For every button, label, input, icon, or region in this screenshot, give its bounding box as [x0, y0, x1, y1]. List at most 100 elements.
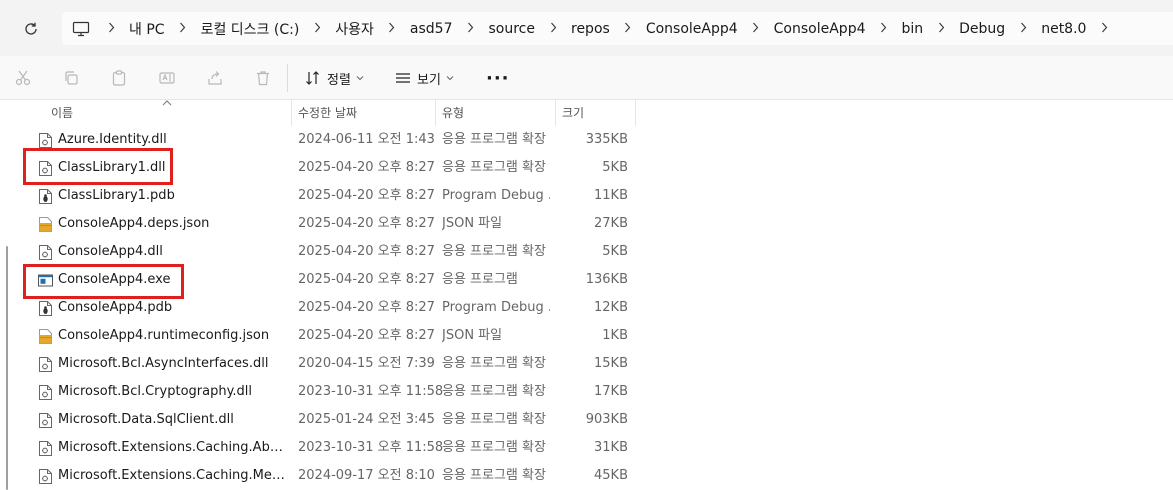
column-header-date[interactable]: 수정한 날짜 [292, 100, 435, 126]
breadcrumb-chevron-icon[interactable] [1089, 22, 1119, 36]
file-size: 5KB [602, 160, 628, 175]
sort-icon [306, 71, 319, 85]
file-date: 2025-04-20 오후 8:27 [298, 300, 435, 315]
column-header-size[interactable]: 크기 [556, 100, 634, 126]
file-date: 2025-04-20 오후 8:27 [298, 188, 435, 203]
toolbar-divider [287, 64, 288, 92]
breadcrumb-item[interactable]: asd57 [407, 21, 456, 37]
file-type: Program Debug ... [442, 300, 550, 315]
file-size: 17KB [594, 384, 628, 399]
column-divider[interactable] [635, 100, 636, 126]
file-date: 2025-04-20 오후 8:27 [298, 216, 435, 231]
dll-file-icon [38, 132, 53, 149]
file-date: 2023-10-31 오후 11:58 [298, 440, 444, 455]
file-name: ConsoleApp4.runtimeconfig.json [58, 328, 270, 343]
breadcrumb-item[interactable]: 로컬 디스크 (C:) [198, 19, 303, 39]
delete-button[interactable] [251, 66, 275, 90]
file-type: JSON 파일 [442, 328, 503, 343]
chevron-down-icon [356, 76, 364, 81]
address-bar-row: 내 PC 로컬 디스크 (C:) 사용자 asd57 source repos Consol… [0, 0, 1173, 56]
file-size: 1KB [602, 328, 628, 343]
share-button[interactable] [203, 66, 227, 90]
breadcrumb-chevron-icon[interactable] [168, 22, 198, 36]
breadcrumb[interactable]: 내 PC 로컬 디스크 (C:) 사용자 asd57 source repos Consol… [62, 12, 1173, 45]
file-row[interactable]: ConsoleApp4.deps.json 2025-04-20 오후 8:27 J… [0, 210, 1173, 238]
file-row[interactable]: Microsoft.Data.SqlClient.dll 2025-01-24 오… [0, 406, 1173, 434]
file-date: 2025-04-20 오후 8:27 [298, 328, 435, 343]
pdb-file-icon [38, 300, 53, 317]
breadcrumb-item[interactable]: bin [899, 21, 927, 37]
breadcrumb-chevron-icon[interactable] [1008, 22, 1038, 36]
file-size: 903KB [585, 412, 628, 427]
breadcrumb-chevron-icon[interactable] [869, 22, 899, 36]
refresh-button[interactable] [20, 18, 42, 40]
file-date: 2025-04-20 오후 8:27 [298, 272, 435, 287]
sort-menu-button[interactable]: 정렬 [305, 68, 364, 88]
file-row[interactable]: ClassLibrary1.dll 2025-04-20 오후 8:27 응용 프로… [0, 154, 1173, 182]
breadcrumb-chevron-icon[interactable] [613, 22, 643, 36]
copy-button[interactable] [59, 66, 83, 90]
chevron-down-icon [446, 76, 454, 81]
highlight-box-classlibrary1-dll [23, 148, 173, 185]
file-row[interactable]: Microsoft.Bcl.Cryptography.dll 2023-10-31… [0, 378, 1173, 406]
file-name: ConsoleApp4.deps.json [58, 216, 210, 231]
dll-file-icon [38, 412, 53, 429]
breadcrumb-item[interactable]: 사용자 [332, 19, 377, 39]
paste-button[interactable] [107, 66, 131, 90]
breadcrumb-chevron-icon[interactable] [456, 22, 486, 36]
view-label: 보기 [417, 72, 441, 88]
rename-button[interactable] [155, 66, 179, 90]
file-type: Program Debug ... [442, 188, 550, 203]
breadcrumb-item[interactable]: Debug [956, 21, 1008, 37]
paste-icon [112, 70, 126, 86]
file-type: 응용 프로그램 확장 [442, 244, 546, 259]
share-icon [208, 71, 222, 85]
file-row[interactable]: ClassLibrary1.pdb 2025-04-20 오후 8:27 Progr… [0, 182, 1173, 210]
file-row[interactable]: ConsoleApp4.dll 2025-04-20 오후 8:27 응용 프로그램… [0, 238, 1173, 266]
breadcrumb-chevron-icon[interactable] [538, 22, 568, 36]
file-size: 31KB [594, 440, 628, 455]
breadcrumb-item[interactable]: ConsoleApp4 [771, 21, 869, 37]
breadcrumb-item[interactable]: ConsoleApp4 [643, 21, 741, 37]
breadcrumb-chevron-icon[interactable] [377, 22, 407, 36]
command-bar: 정렬 보기 ··· [0, 56, 1173, 100]
breadcrumb-item[interactable]: source [486, 21, 539, 37]
column-header-type[interactable]: 유형 [436, 100, 554, 126]
file-name: Microsoft.Data.SqlClient.dll [58, 412, 234, 427]
file-row[interactable]: Azure.Identity.dll 2024-06-11 오전 1:43 응용 프… [0, 126, 1173, 154]
breadcrumb-chevron-icon[interactable] [926, 22, 956, 36]
breadcrumb-chevron-icon[interactable] [741, 22, 771, 36]
breadcrumb-chevron-icon[interactable] [302, 22, 332, 36]
breadcrumb-chevron-icon[interactable] [96, 22, 126, 36]
file-row[interactable]: Microsoft.Bcl.AsyncInterfaces.dll 2020-04… [0, 350, 1173, 378]
file-type: 응용 프로그램 확장 [442, 468, 546, 483]
file-date: 2025-01-24 오전 3:45 [298, 412, 435, 427]
view-menu-button[interactable]: 보기 [395, 68, 454, 88]
computer-icon[interactable] [72, 19, 92, 39]
file-row[interactable]: Microsoft.Extensions.Caching.Memory.dll 2… [0, 462, 1173, 490]
json-file-icon [38, 216, 53, 233]
file-row[interactable]: ConsoleApp4.runtimeconfig.json 2025-04-20… [0, 322, 1173, 350]
dll-file-icon [38, 356, 53, 373]
file-size: 12KB [594, 300, 628, 315]
cut-button[interactable] [11, 66, 35, 90]
highlight-box-consoleapp4-exe [23, 264, 184, 299]
file-size: 27KB [594, 216, 628, 231]
refresh-icon [25, 22, 37, 35]
file-date: 2025-04-20 오후 8:27 [298, 160, 435, 175]
breadcrumb-item[interactable]: net8.0 [1038, 21, 1089, 37]
file-size: 11KB [594, 188, 628, 203]
file-row[interactable]: Microsoft.Extensions.Caching.Abstractio.… [0, 434, 1173, 462]
file-type: 응용 프로그램 확장 [442, 440, 546, 455]
file-name: Microsoft.Extensions.Caching.Abstractio.… [58, 440, 286, 455]
sort-ascending-icon [162, 98, 172, 109]
rename-icon [159, 72, 175, 84]
file-name: Microsoft.Extensions.Caching.Memory.dll [58, 468, 286, 483]
file-type: 응용 프로그램 확장 [442, 132, 546, 147]
breadcrumb-item[interactable]: repos [568, 21, 613, 37]
json-file-icon [38, 328, 53, 345]
file-date: 2024-09-17 오전 8:10 [298, 468, 435, 483]
copy-icon [65, 71, 78, 85]
breadcrumb-item[interactable]: 내 PC [126, 19, 168, 39]
more-options-button[interactable]: ··· [486, 68, 510, 89]
